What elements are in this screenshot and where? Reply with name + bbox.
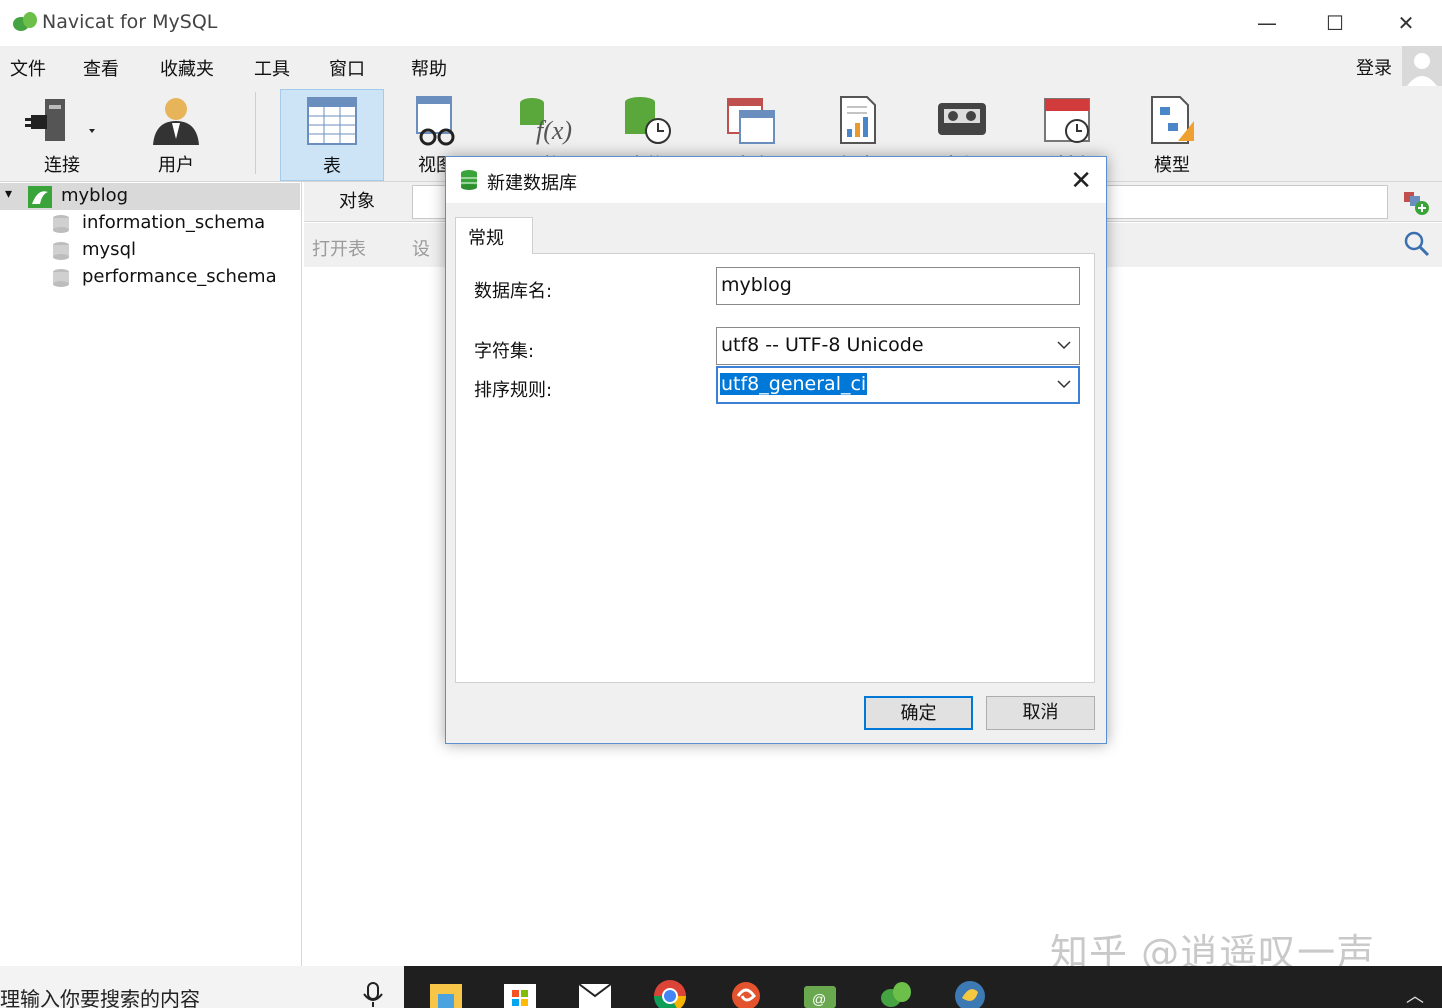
python-icon[interactable] <box>952 978 988 1008</box>
dialog-titlebar: 新建数据库 ✕ <box>446 157 1106 203</box>
search-icon[interactable] <box>1404 231 1430 257</box>
event-icon <box>618 93 674 147</box>
menu-favorites[interactable]: 收藏夹 <box>160 55 214 81</box>
charset-select[interactable]: utf8 -- UTF-8 Unicode <box>716 327 1080 365</box>
tab-objects[interactable]: 对象 <box>304 182 410 222</box>
open-table-button[interactable]: 打开表 <box>312 235 366 261</box>
model-icon <box>1144 93 1200 147</box>
mysql-connection-icon <box>28 186 52 208</box>
database-icon <box>52 241 70 261</box>
view-icon <box>409 93 463 147</box>
charset-value: utf8 -- UTF-8 Unicode <box>721 334 924 356</box>
tool-model[interactable]: 模型 <box>1120 89 1224 181</box>
chevron-down-icon <box>1057 338 1071 352</box>
menu-help[interactable]: 帮助 <box>411 55 447 81</box>
database-name-field[interactable]: myblog <box>716 267 1080 305</box>
tool-label: 模型 <box>1120 151 1224 177</box>
tree-database[interactable]: mysql <box>0 237 300 264</box>
general-tab-panel: 数据库名: myblog 字符集: utf8 -- UTF-8 Unicode … <box>455 253 1095 683</box>
chevron-up-icon[interactable]: ︿ <box>1406 982 1424 1008</box>
taskbar-search-placeholder: 理输入你要搜索的内容 <box>0 983 200 1008</box>
close-icon[interactable]: ✕ <box>1070 166 1092 196</box>
maximize-button[interactable]: ☐ <box>1300 0 1370 46</box>
database-name-label: 数据库名: <box>474 277 552 303</box>
add-tab-icon[interactable] <box>1402 188 1430 216</box>
title-bar: Navicat for MySQL — ☐ ✕ <box>0 0 1442 46</box>
collation-value: utf8_general_ci <box>720 373 867 395</box>
design-table-button[interactable]: 设 <box>412 235 430 261</box>
svg-text:f(x): f(x) <box>536 116 572 145</box>
database-icon <box>52 268 70 288</box>
tool-label: 连接 <box>10 151 114 177</box>
taskbar: 理输入你要搜索的内容 @ ︿ <box>0 966 1442 1008</box>
report-icon <box>833 93 883 147</box>
svg-text:@: @ <box>812 991 826 1007</box>
menu-tools[interactable]: 工具 <box>254 55 290 81</box>
store-icon[interactable] <box>502 978 538 1008</box>
connection-icon <box>17 93 107 147</box>
tool-connection[interactable]: 连接 <box>10 89 114 181</box>
mail-icon[interactable] <box>577 978 613 1008</box>
tool-label: 用户 <box>124 151 228 177</box>
minimize-button[interactable]: — <box>1232 0 1302 46</box>
menu-view[interactable]: 查看 <box>83 55 119 81</box>
tree-label: myblog <box>61 185 128 206</box>
query-icon <box>724 93 780 147</box>
app-green-icon[interactable]: @ <box>802 978 838 1008</box>
tool-label: 表 <box>281 152 383 178</box>
tab-general[interactable]: 常规 <box>455 217 533 254</box>
tree-label: mysql <box>82 239 136 260</box>
file-explorer-icon[interactable] <box>428 978 464 1008</box>
navicat-icon[interactable] <box>878 978 914 1008</box>
menu-bar: 文件 查看 收藏夹 工具 窗口 帮助 登录 <box>0 46 1442 86</box>
chrome-icon[interactable] <box>652 978 688 1008</box>
schedule-icon <box>1039 93 1095 147</box>
database-name-value: myblog <box>721 274 792 296</box>
chevron-down-icon[interactable]: ▾ <box>5 186 12 202</box>
tool-user[interactable]: 用户 <box>124 89 228 181</box>
chevron-down-icon <box>1057 377 1071 391</box>
collation-label: 排序规则: <box>474 376 552 402</box>
microphone-icon[interactable] <box>362 982 384 1008</box>
user-icon <box>149 93 203 147</box>
user-avatar-icon <box>1402 46 1442 86</box>
ok-button[interactable]: 确定 <box>864 696 973 730</box>
table-icon <box>306 94 358 148</box>
menu-file[interactable]: 文件 <box>10 55 46 81</box>
tool-table[interactable]: 表 <box>280 89 384 181</box>
tree-label: information_schema <box>82 212 265 233</box>
taskbar-search[interactable]: 理输入你要搜索的内容 <box>0 966 404 1008</box>
dialog-title: 新建数据库 <box>487 169 577 195</box>
tree-label: performance_schema <box>82 266 277 287</box>
database-icon <box>460 169 478 191</box>
tree-database[interactable]: information_schema <box>0 210 300 237</box>
avatar[interactable] <box>1402 46 1442 86</box>
tree-database[interactable]: performance_schema <box>0 264 300 291</box>
tree-connection-myblog[interactable]: ▾ myblog <box>0 183 300 210</box>
menu-window[interactable]: 窗口 <box>329 55 365 81</box>
backup-icon <box>934 93 990 147</box>
close-window-button[interactable]: ✕ <box>1371 0 1441 46</box>
toolbar-divider <box>255 92 256 174</box>
cancel-button[interactable]: 取消 <box>986 696 1095 730</box>
connection-tree: ▾ myblog information_schema mysql perfor… <box>0 182 302 966</box>
collation-select[interactable]: utf8_general_ci <box>716 366 1080 404</box>
charset-label: 字符集: <box>474 337 534 363</box>
database-icon <box>52 214 70 234</box>
function-icon: f(x) <box>512 93 572 147</box>
navicat-logo-icon <box>12 10 38 34</box>
new-database-dialog: 新建数据库 ✕ 常规 数据库名: myblog 字符集: utf8 -- UTF… <box>445 156 1107 744</box>
window-title: Navicat for MySQL <box>42 11 217 33</box>
login-link[interactable]: 登录 <box>1356 54 1392 80</box>
app-swirl-icon[interactable] <box>728 978 764 1008</box>
